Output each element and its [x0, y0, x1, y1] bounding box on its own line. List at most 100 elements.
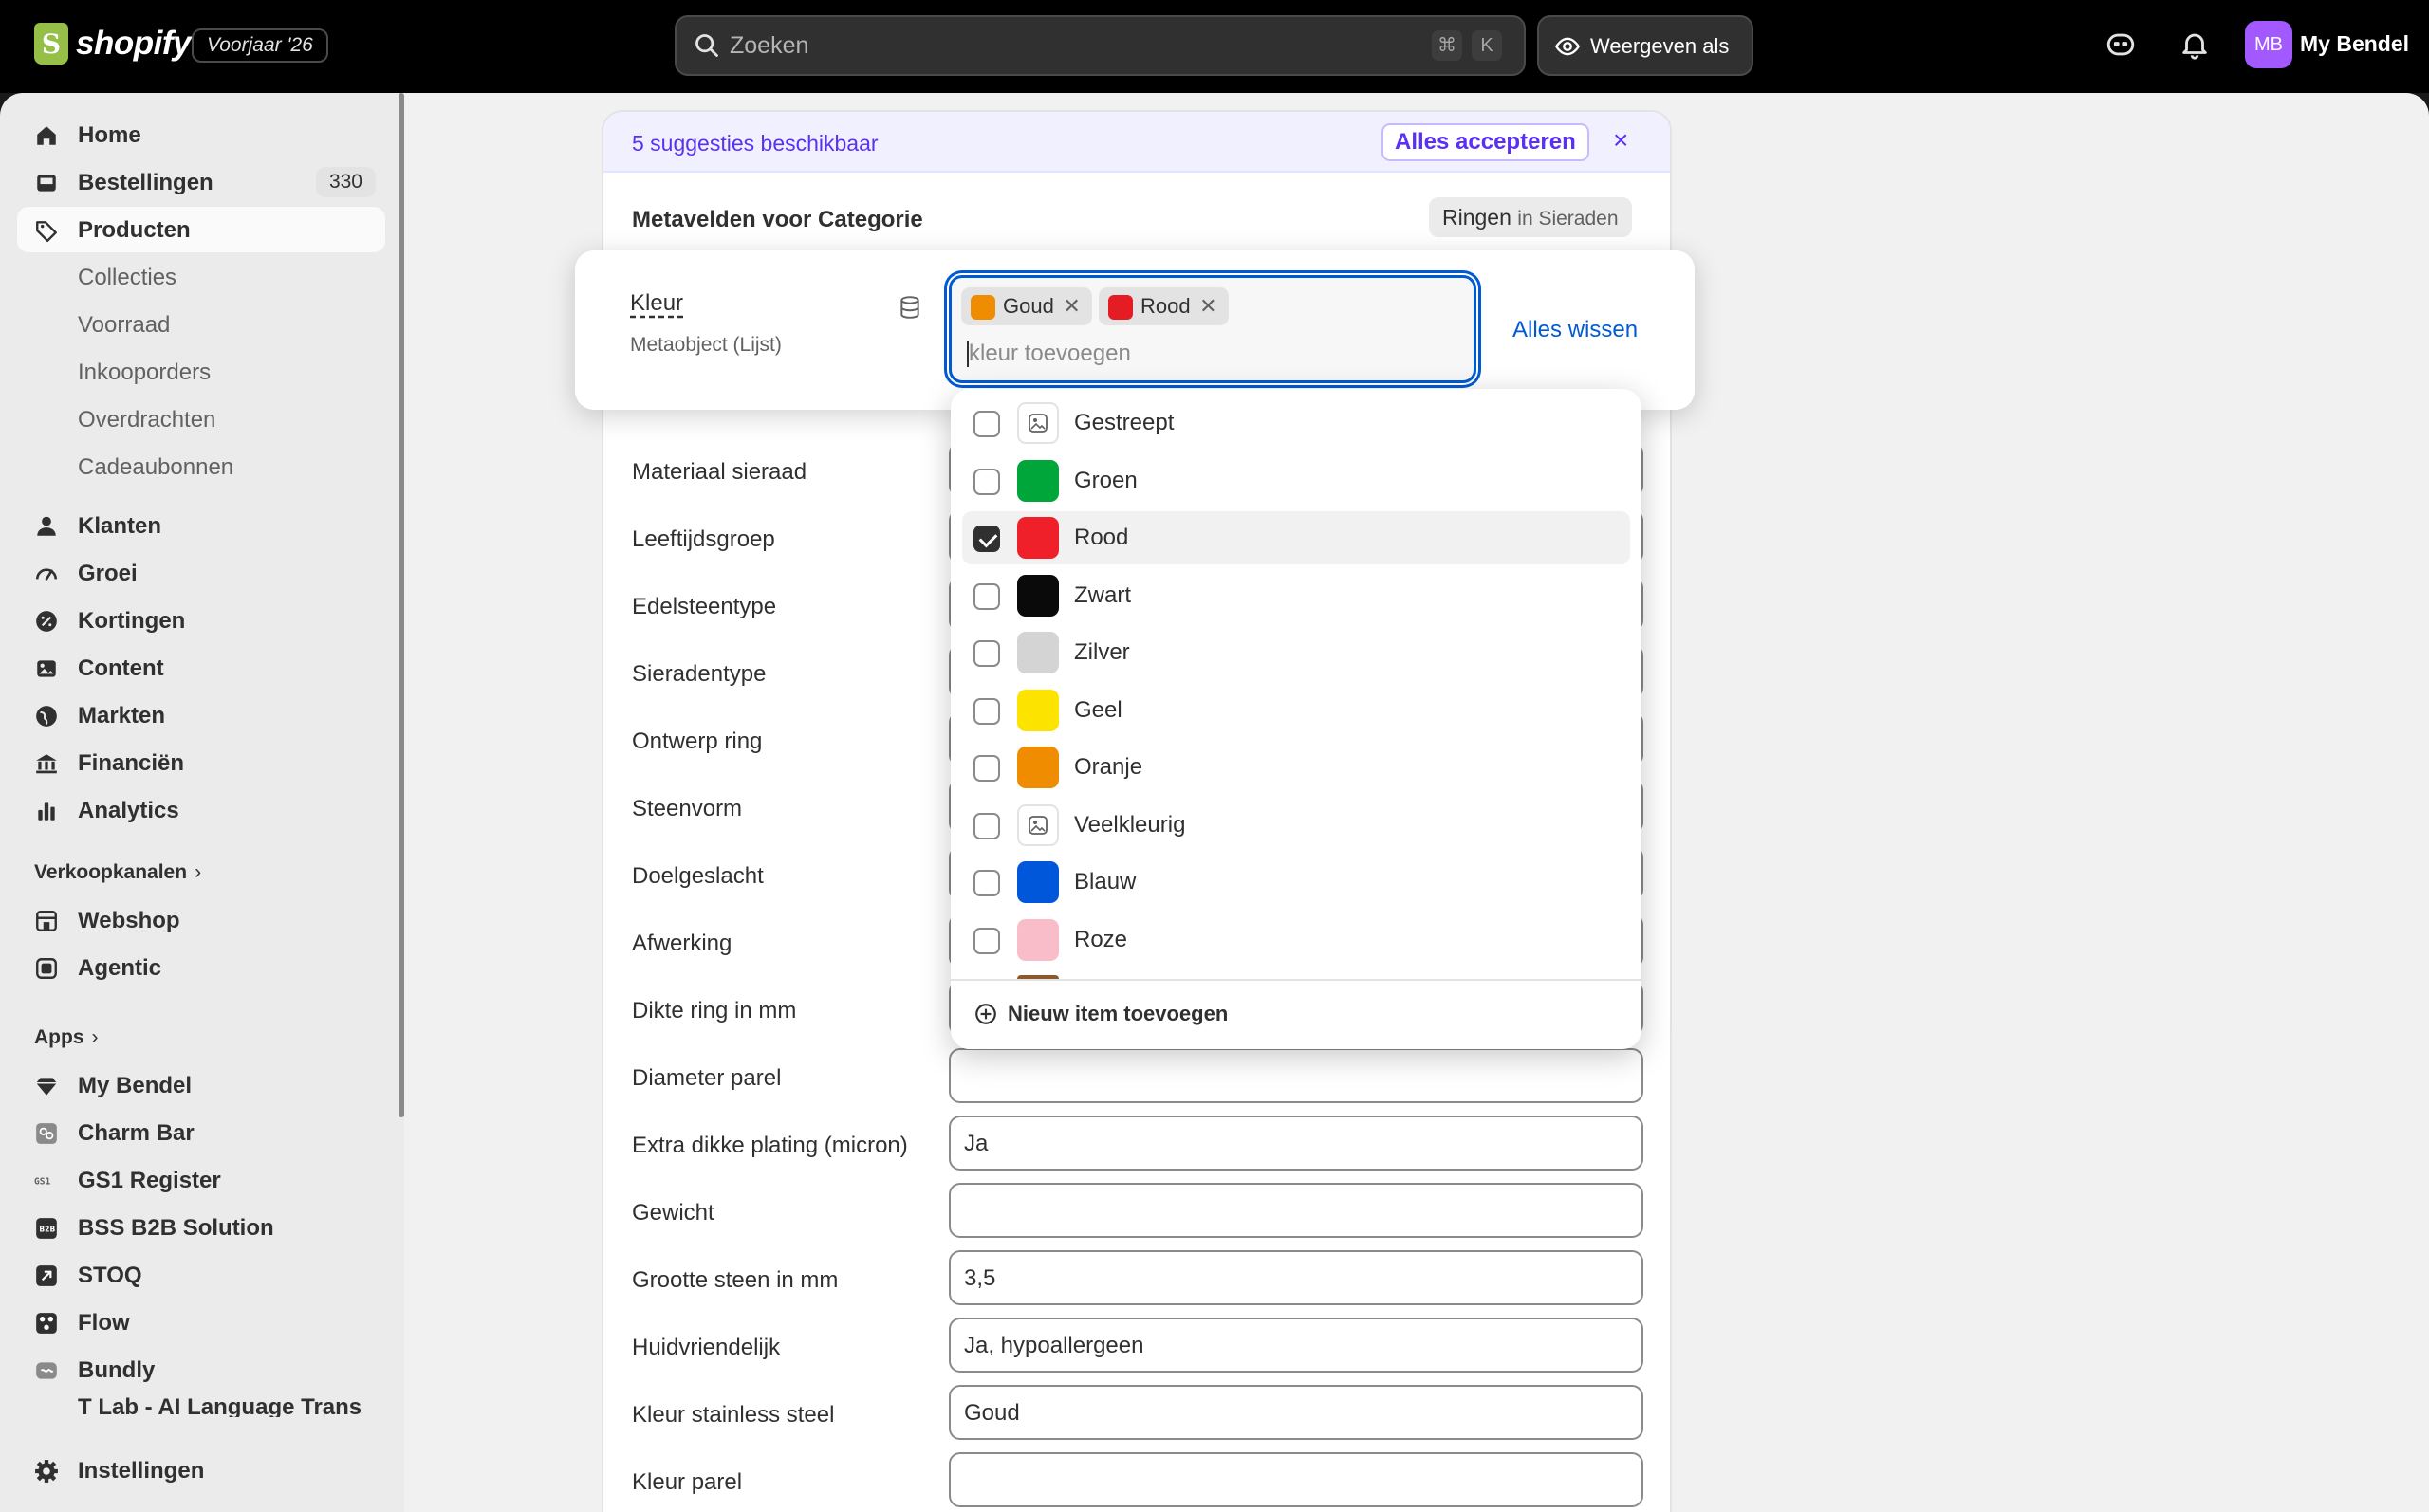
checkbox[interactable] — [973, 927, 1000, 954]
color-swatch — [1017, 459, 1059, 502]
sidebar-item-products[interactable]: Producten — [17, 207, 385, 252]
chevron-right-icon: › — [195, 861, 202, 883]
remove-tag-icon[interactable]: ✕ — [1199, 287, 1216, 325]
option-zwart[interactable]: Zwart — [962, 569, 1630, 622]
option-zilver[interactable]: Zilver — [962, 626, 1630, 679]
option-label: Zilver — [1074, 639, 1130, 665]
kleur-combobox[interactable]: Goud ✕ Rood ✕ — [949, 275, 1476, 383]
search-placeholder: Zoeken — [730, 32, 809, 59]
sidebar-item-app-flow[interactable]: Flow — [17, 1300, 385, 1345]
sidebar-item-inventory[interactable]: Voorraad — [17, 302, 385, 347]
metafield-input[interactable] — [949, 1048, 1643, 1103]
edition-badge[interactable]: Voorjaar '26 — [192, 28, 328, 63]
color-swatch — [1017, 517, 1059, 559]
shopify-logo[interactable]: shopify — [34, 23, 191, 65]
close-icon[interactable]: × — [1613, 125, 1628, 156]
suggestions-banner: 5 suggesties beschikbaar Alles acceptere… — [603, 112, 1670, 173]
sidebar-item-app-my-bendel[interactable]: My Bendel — [17, 1062, 385, 1108]
metafield-input[interactable] — [949, 1452, 1643, 1507]
checkbox-checked[interactable] — [973, 526, 1000, 552]
checkbox[interactable] — [973, 755, 1000, 782]
sidebar-item-analytics[interactable]: Analytics — [17, 787, 385, 833]
tag-rood: Rood ✕ — [1099, 287, 1229, 325]
sidebar-item-label: Groei — [78, 561, 138, 586]
checkbox[interactable] — [973, 870, 1000, 896]
bell-icon[interactable] — [2179, 28, 2211, 61]
store-name[interactable]: My Bendel — [2300, 31, 2409, 57]
sidebar-item-growth[interactable]: Groei — [17, 550, 385, 596]
store-icon — [36, 911, 57, 931]
metafield-input[interactable] — [949, 1183, 1643, 1238]
sidebar-item-settings[interactable]: Instellingen — [17, 1447, 385, 1493]
sidebar-item-app-bundly[interactable]: Bundly — [17, 1347, 385, 1392]
clear-all-button[interactable]: Alles wissen — [1512, 317, 1638, 343]
sidebar-item-purchase-orders[interactable]: Inkooporders — [17, 349, 385, 395]
sidebar-item-discounts[interactable]: Kortingen — [17, 598, 385, 643]
eye-icon — [1554, 37, 1581, 56]
sidebar-item-app-charm-bar[interactable]: Charm Bar — [17, 1110, 385, 1155]
shopify-bag-icon — [34, 23, 68, 65]
option-roze[interactable]: Roze — [962, 913, 1630, 967]
sidebar-item-transfers[interactable]: Overdrachten — [17, 396, 385, 442]
sidebar-item-webshop[interactable]: Webshop — [17, 897, 385, 943]
database-icon[interactable] — [898, 294, 922, 321]
kleur-label[interactable]: Kleur — [630, 290, 683, 317]
sidebar-item-agentic[interactable]: Agentic — [17, 945, 385, 990]
metafield-label: Dikte ring in mm — [632, 998, 797, 1023]
sidebar-item-markets[interactable]: Markten — [17, 692, 385, 738]
add-new-item-button[interactable]: Nieuw item toevoegen — [973, 1002, 1228, 1026]
sidebar-item-home[interactable]: Home — [17, 112, 385, 157]
apps-heading[interactable]: Apps › — [34, 1026, 99, 1049]
sidebar-item-content[interactable]: Content — [17, 645, 385, 691]
option-label: Blauw — [1074, 869, 1137, 894]
checkbox[interactable] — [973, 812, 1000, 839]
option-label: Groen — [1074, 467, 1138, 493]
option-gestreept[interactable]: Gestreept — [962, 396, 1630, 450]
metafield-label: Steenvorm — [632, 796, 743, 821]
option-rood[interactable]: Rood — [962, 511, 1630, 564]
metafield-input[interactable]: 3,5 — [949, 1250, 1643, 1305]
sidebar-item-label: Collecties — [78, 265, 177, 290]
sidekick-icon[interactable] — [2105, 28, 2137, 61]
kleur-input[interactable] — [969, 337, 1443, 371]
agentic-icon — [36, 958, 57, 979]
sidebar-item-app-gs1-register[interactable]: GS1 GS1 Register — [17, 1157, 385, 1203]
sidebar-item-label: Home — [78, 122, 141, 148]
option-veelkleurig[interactable]: Veelkleurig — [962, 799, 1630, 852]
option-label: Gestreept — [1074, 410, 1175, 435]
checkbox[interactable] — [973, 411, 1000, 437]
sales-channels-heading[interactable]: Verkoopkanalen › — [34, 861, 201, 884]
sidebar-item-collections[interactable]: Collecties — [17, 254, 385, 300]
sidebar-item-customers[interactable]: Klanten — [17, 503, 385, 548]
checkbox[interactable] — [973, 697, 1000, 725]
checkbox[interactable] — [973, 582, 1000, 610]
metafield-input[interactable]: Goud — [949, 1385, 1643, 1440]
sidebar-item-app-bss-b2b[interactable]: B2B BSS B2B Solution — [17, 1205, 385, 1250]
option-geel[interactable]: Geel — [962, 684, 1630, 737]
metafield-input[interactable]: Ja, hypoallergeen — [949, 1318, 1643, 1373]
checkbox[interactable] — [973, 640, 1000, 667]
discount-icon — [36, 611, 57, 632]
category-badge[interactable]: Ringen in Sieraden — [1429, 197, 1632, 237]
sidebar-item-gift-cards[interactable]: Cadeaubonnen — [17, 444, 385, 489]
option-blauw[interactable]: Blauw — [962, 856, 1630, 909]
avatar[interactable]: MB — [2245, 21, 2292, 68]
accept-all-button[interactable]: Alles accepteren — [1381, 123, 1589, 161]
metafield-input[interactable]: Ja — [949, 1116, 1643, 1171]
search-bar[interactable]: Zoeken ⌘ K — [675, 15, 1526, 76]
sales-channels-label: Verkoopkanalen — [34, 861, 188, 883]
remove-tag-icon[interactable]: ✕ — [1063, 287, 1080, 325]
view-as-button[interactable]: Weergeven als — [1537, 15, 1753, 76]
option-groen[interactable]: Groen — [962, 454, 1630, 507]
tag-icon — [36, 221, 57, 243]
option-oranje[interactable]: Oranje — [962, 741, 1630, 794]
bank-icon — [36, 754, 57, 774]
sidebar-item-app-stoq[interactable]: STOQ — [17, 1252, 385, 1298]
search-icon — [695, 34, 718, 57]
sidebar-item-finances[interactable]: Financiën — [17, 740, 385, 785]
apps-label: Apps — [34, 1026, 84, 1048]
sidebar-item-app-tlab[interactable]: T Lab - AI Language Trans — [17, 1394, 385, 1417]
checkbox[interactable] — [973, 468, 1000, 495]
sidebar-item-orders[interactable]: Bestellingen 330 — [17, 159, 385, 205]
brand-name: shopify — [76, 25, 191, 62]
